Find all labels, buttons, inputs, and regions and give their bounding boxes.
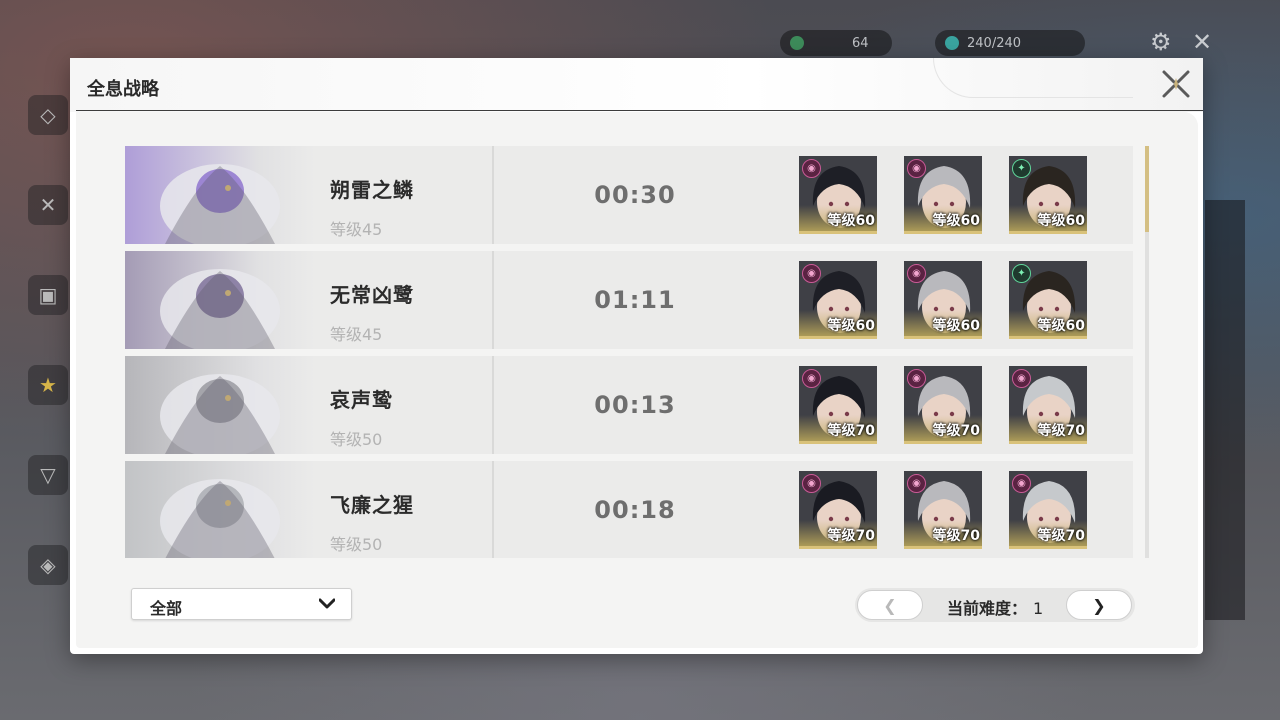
clear-time: 00:18 — [594, 496, 676, 524]
team-lineup: ◉ 等级70 ◉ 等级70 ◉ 等级70 — [799, 366, 1099, 444]
clear-time: 00:30 — [594, 181, 676, 209]
team-member-card[interactable]: ◉ 等级70 — [1009, 471, 1087, 549]
member-level: 等级70 — [827, 528, 875, 544]
currency-icon — [790, 36, 804, 50]
team-lineup: ◉ 等级60 ◉ 等级60 ✦ 等级60 — [799, 261, 1099, 339]
difficulty-label: 当前难度： 1 — [947, 595, 1043, 619]
team-member-card[interactable]: ◉ 等级60 — [904, 261, 982, 339]
spectro-element-icon: ◉ — [907, 159, 926, 178]
side-menu-icon: ▽ — [28, 455, 68, 495]
boss-row[interactable]: 无常凶鹭等级45 01:11 ◉ 等级60 ◉ 等级60 ✦ 等级60 — [125, 251, 1133, 349]
boss-level: 等级50 — [330, 430, 383, 449]
boss-level: 等级50 — [330, 535, 383, 554]
hud-currency-2: 240/240 — [935, 30, 1085, 56]
boss-row[interactable]: 朔雷之鳞等级45 00:30 ◉ 等级60 ◉ 等级60 ✦ 等级60 — [125, 146, 1133, 244]
boss-level: 等级45 — [330, 220, 383, 239]
boss-portrait — [125, 146, 315, 244]
background-panel — [1205, 200, 1245, 620]
team-member-card[interactable]: ◉ 等级70 — [799, 471, 877, 549]
boss-row[interactable]: 哀声鸷等级50 00:13 ◉ 等级70 ◉ 等级70 ◉ 等级70 — [125, 356, 1133, 454]
boss-name: 朔雷之鳞 — [330, 178, 414, 202]
boss-portrait — [125, 356, 315, 454]
spectro-element-icon: ◉ — [1012, 474, 1031, 493]
side-menu-icon: ◇ — [28, 95, 68, 135]
side-menu-icon: ▣ — [28, 275, 68, 315]
spectro-element-icon: ◉ — [1012, 369, 1031, 388]
team-member-card[interactable]: ◉ 等级60 — [904, 156, 982, 234]
filter-dropdown[interactable]: 全部 — [131, 588, 352, 620]
boss-name: 无常凶鹭 — [330, 283, 414, 307]
aero-element-icon: ✦ — [1012, 264, 1031, 283]
spectro-element-icon: ◉ — [802, 474, 821, 493]
boss-record-list[interactable]: 朔雷之鳞 等级45 00:30 ◉ 等级60 ◉ 等级60 ✦ 等级60 无常凶鹭 等级45 01:1… — [125, 146, 1133, 558]
chevron-right-icon: ❯ — [1092, 595, 1106, 615]
row-divider — [492, 461, 494, 558]
chevron-left-icon: ❮ — [883, 595, 897, 615]
spectro-element-icon: ◉ — [802, 369, 821, 388]
member-level: 等级60 — [932, 213, 980, 229]
member-level: 等级60 — [827, 213, 875, 229]
aero-element-icon: ✦ — [1012, 159, 1031, 178]
team-member-card[interactable]: ◉ 等级70 — [799, 366, 877, 444]
side-menu-icon: ◈ — [28, 545, 68, 585]
header-decoration — [933, 58, 1133, 98]
holographic-strategy-dialog: 全息战略 朔雷之鳞 等级45 00:30 ◉ 等级60 ◉ 等级60 ✦ 等级60 无常凶鹭 等级4… — [70, 58, 1203, 654]
hud-value: 64 — [852, 35, 869, 51]
member-level: 等级60 — [932, 318, 980, 334]
side-menu-icon: ✕ — [28, 185, 68, 225]
close-button[interactable] — [1160, 68, 1192, 100]
hud-value: 240/240 — [967, 35, 1022, 51]
filter-selected-label: 全部 — [150, 599, 183, 618]
member-level: 等级70 — [1037, 423, 1085, 439]
scrollbar-thumb[interactable] — [1145, 146, 1149, 232]
team-member-card[interactable]: ◉ 等级70 — [1009, 366, 1087, 444]
exit-icon: ✕ — [1192, 28, 1213, 56]
chevron-down-icon — [319, 598, 335, 609]
member-level: 等级60 — [827, 318, 875, 334]
team-member-card[interactable]: ✦ 等级60 — [1009, 156, 1087, 234]
team-member-card[interactable]: ◉ 等级60 — [799, 261, 877, 339]
prev-difficulty-button[interactable]: ❮ — [857, 590, 923, 620]
member-level: 等级60 — [1037, 318, 1085, 334]
dialog-header: 全息战略 — [70, 58, 1203, 112]
hud-currency-1: 64 — [780, 30, 892, 56]
member-level: 等级70 — [827, 423, 875, 439]
member-level: 等级70 — [932, 423, 980, 439]
difficulty-value: 1 — [1033, 599, 1044, 618]
difficulty-label-text: 当前难度： — [947, 599, 1028, 618]
team-member-card[interactable]: ◉ 等级70 — [904, 471, 982, 549]
close-x-icon — [1162, 70, 1190, 98]
boss-level: 等级45 — [330, 325, 383, 344]
row-divider — [492, 356, 494, 454]
team-lineup: ◉ 等级70 ◉ 等级70 ◉ 等级70 — [799, 471, 1099, 549]
team-member-card[interactable]: ◉ 等级60 — [799, 156, 877, 234]
member-level: 等级70 — [932, 528, 980, 544]
spectro-element-icon: ◉ — [907, 369, 926, 388]
dialog-title: 全息战略 — [87, 79, 159, 100]
clear-time: 00:13 — [594, 391, 676, 419]
boss-row[interactable]: 飞廉之猩等级50 00:18 ◉ 等级70 ◉ 等级70 ◉ 等级70 — [125, 461, 1133, 558]
settings-icon: ⚙ — [1150, 28, 1172, 56]
boss-name: 哀声鸷 — [330, 388, 393, 412]
header-divider — [76, 110, 1203, 111]
side-menu-icon: ★ — [28, 365, 68, 405]
row-divider — [492, 146, 494, 244]
boss-name: 飞廉之猩 — [330, 493, 414, 517]
clear-time: 01:11 — [594, 286, 676, 314]
member-level: 等级70 — [1037, 528, 1085, 544]
spectro-element-icon: ◉ — [802, 264, 821, 283]
team-member-card[interactable]: ◉ 等级70 — [904, 366, 982, 444]
difficulty-pager: ❮ 当前难度： 1 ❯ — [855, 588, 1135, 622]
row-divider — [492, 251, 494, 349]
boss-portrait — [125, 461, 315, 558]
stamina-icon — [945, 36, 959, 50]
spectro-element-icon: ◉ — [907, 474, 926, 493]
spectro-element-icon: ◉ — [802, 159, 821, 178]
team-member-card[interactable]: ✦ 等级60 — [1009, 261, 1087, 339]
spectro-element-icon: ◉ — [907, 264, 926, 283]
next-difficulty-button[interactable]: ❯ — [1066, 590, 1132, 620]
boss-portrait — [125, 251, 315, 349]
member-level: 等级60 — [1037, 213, 1085, 229]
team-lineup: ◉ 等级60 ◉ 等级60 ✦ 等级60 — [799, 156, 1099, 234]
